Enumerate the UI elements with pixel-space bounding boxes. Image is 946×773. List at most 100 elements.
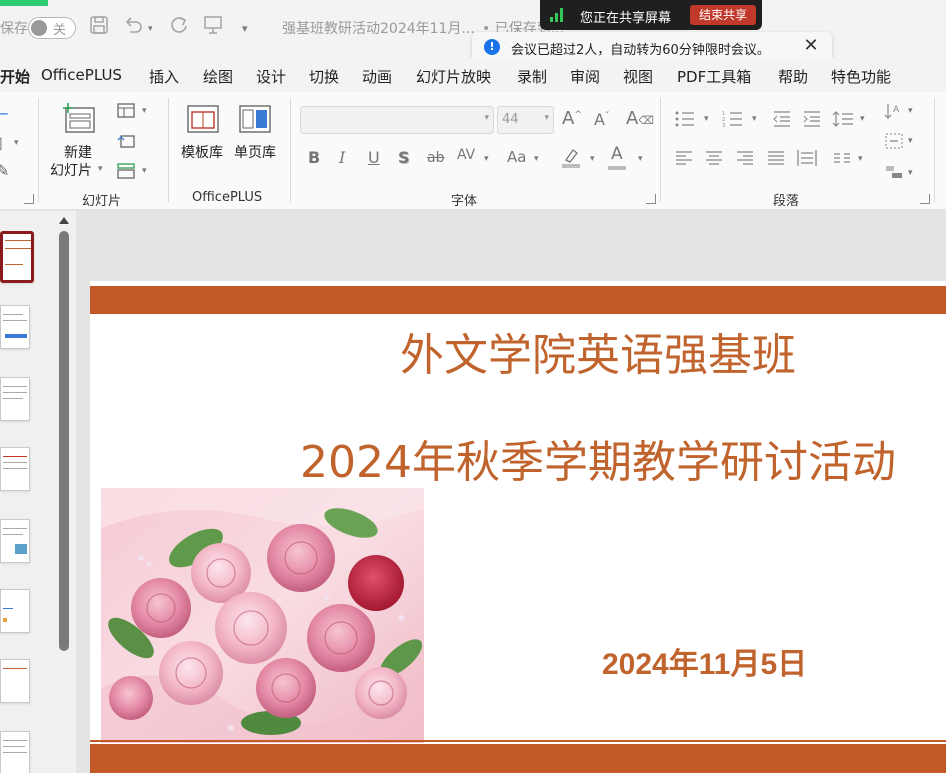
cut-icon[interactable]: ✎ bbox=[0, 162, 9, 180]
template-library-icon[interactable] bbox=[186, 104, 220, 136]
clear-formatting-icon[interactable]: A⌫ bbox=[626, 108, 654, 129]
numbering-dropdown-icon[interactable]: ▾ bbox=[752, 114, 757, 124]
tab-record[interactable]: 录制 bbox=[517, 66, 547, 87]
columns-icon[interactable] bbox=[832, 150, 852, 170]
columns-dropdown-icon[interactable]: ▾ bbox=[858, 154, 863, 164]
bullets-dropdown-icon[interactable]: ▾ bbox=[704, 114, 709, 124]
end-share-button[interactable]: 结束共享 bbox=[690, 5, 756, 25]
decrease-indent-icon[interactable] bbox=[772, 110, 792, 132]
clipboard-launcher-icon[interactable] bbox=[24, 194, 34, 204]
bold-button[interactable]: B bbox=[308, 148, 320, 167]
font-size-select[interactable]: 44 ▾ bbox=[497, 106, 554, 134]
single-page-library-label[interactable]: 单页库 bbox=[234, 142, 276, 162]
numbering-icon[interactable]: 123 bbox=[722, 110, 744, 132]
screen-share-bar: 您正在共享屏幕 结束共享 bbox=[540, 0, 762, 30]
smartart-dropdown-icon[interactable]: ▾ bbox=[908, 168, 913, 178]
tab-help[interactable]: 帮助 bbox=[778, 66, 808, 87]
autosave-toggle[interactable]: 关 bbox=[28, 17, 76, 39]
align-right-icon[interactable] bbox=[735, 150, 755, 170]
section-icon[interactable] bbox=[116, 162, 136, 184]
customize-icon[interactable]: ▾ bbox=[242, 22, 248, 35]
undo-icon[interactable] bbox=[120, 14, 146, 40]
font-launcher-icon[interactable] bbox=[646, 194, 656, 204]
scroll-up-icon[interactable] bbox=[59, 217, 69, 224]
align-text-dropdown-icon[interactable]: ▾ bbox=[908, 136, 913, 146]
shrink-font-icon[interactable]: Aˇ bbox=[594, 110, 609, 129]
underline-button[interactable]: U bbox=[368, 148, 380, 167]
shadow-button[interactable]: S bbox=[398, 148, 410, 167]
line-spacing-icon[interactable] bbox=[832, 110, 854, 132]
align-text-icon[interactable] bbox=[884, 132, 904, 154]
tab-officeplus[interactable]: OfficePLUS bbox=[41, 66, 122, 84]
tab-animations[interactable]: 动画 bbox=[362, 66, 392, 87]
current-slide[interactable]: 外文学院英语强基班 2024年秋季学期教学研讨活动 2024年11月5日 bbox=[90, 281, 946, 773]
text-direction-icon[interactable]: A bbox=[884, 102, 904, 126]
tab-draw[interactable]: 绘图 bbox=[203, 66, 233, 87]
ribbon: ⌐ ▯ ▾ ✎ 新建 幻灯片 ▾ ▾ ▾ 幻灯片 模板库 单页库 OfficeP… bbox=[0, 92, 946, 210]
highlight-icon[interactable] bbox=[560, 146, 582, 174]
bullets-icon[interactable] bbox=[674, 110, 696, 132]
close-icon[interactable]: ✕ bbox=[800, 35, 822, 57]
change-case-dropdown-icon[interactable]: ▾ bbox=[534, 154, 539, 164]
layout-icon[interactable] bbox=[116, 102, 136, 124]
slide-thumbnail-5[interactable] bbox=[0, 519, 30, 563]
new-slide-label-line2[interactable]: 幻灯片 bbox=[50, 160, 92, 180]
slide-thumbnail-2[interactable] bbox=[0, 305, 30, 349]
align-left-icon[interactable] bbox=[674, 150, 694, 170]
rose-bouquet-image[interactable] bbox=[101, 488, 424, 743]
slide-thumbnail-1[interactable] bbox=[0, 231, 34, 283]
font-name-select[interactable]: ▾ bbox=[300, 106, 494, 134]
new-slide-icon[interactable] bbox=[60, 102, 96, 138]
character-spacing-button[interactable]: AV bbox=[457, 147, 475, 163]
text-direction-dropdown-icon[interactable]: ▾ bbox=[908, 106, 913, 116]
new-slide-dropdown-icon[interactable]: ▾ bbox=[98, 164, 103, 174]
undo-dropdown-icon[interactable]: ▾ bbox=[148, 24, 153, 34]
copy-dropdown-icon[interactable]: ▾ bbox=[14, 138, 19, 148]
present-icon[interactable] bbox=[200, 14, 226, 40]
font-color-dropdown-icon[interactable]: ▾ bbox=[638, 154, 643, 164]
slide-title-line2[interactable]: 2024年秋季学期教学研讨活动 bbox=[300, 426, 896, 490]
tab-insert[interactable]: 插入 bbox=[149, 66, 179, 87]
scrollbar-thumb[interactable] bbox=[59, 231, 69, 651]
slide-thumbnail-6[interactable] bbox=[0, 589, 30, 633]
paragraph-launcher-icon[interactable] bbox=[920, 194, 930, 204]
tab-transitions[interactable]: 切换 bbox=[309, 66, 339, 87]
save-icon[interactable] bbox=[86, 14, 112, 40]
copy-icon[interactable]: ▯ bbox=[0, 134, 3, 152]
template-library-label[interactable]: 模板库 bbox=[181, 142, 223, 162]
format-painter-icon[interactable]: ⌐ bbox=[0, 106, 9, 124]
slide-thumbnail-3[interactable] bbox=[0, 377, 30, 421]
justify-icon[interactable] bbox=[766, 150, 786, 170]
slide-title-line1[interactable]: 外文学院英语强基班 bbox=[400, 319, 796, 383]
layout-dropdown-icon[interactable]: ▾ bbox=[142, 106, 147, 116]
strikethrough-button[interactable]: ab bbox=[427, 150, 444, 166]
change-case-button[interactable]: Aa bbox=[507, 148, 526, 166]
tab-pdf-toolbox[interactable]: PDF工具箱 bbox=[677, 66, 751, 87]
highlight-dropdown-icon[interactable]: ▾ bbox=[590, 154, 595, 164]
single-page-library-icon[interactable] bbox=[238, 104, 272, 136]
reset-slide-icon[interactable] bbox=[116, 132, 136, 154]
italic-button[interactable]: I bbox=[339, 148, 345, 167]
slide-thumbnail-8[interactable] bbox=[0, 731, 30, 773]
line-spacing-dropdown-icon[interactable]: ▾ bbox=[860, 114, 865, 124]
font-color-button[interactable]: A bbox=[611, 144, 623, 164]
tab-home[interactable]: 开始 bbox=[0, 66, 30, 87]
redo-icon[interactable] bbox=[166, 14, 192, 40]
tab-special-features[interactable]: 特色功能 bbox=[831, 66, 891, 87]
tab-review[interactable]: 审阅 bbox=[570, 66, 600, 87]
tab-design[interactable]: 设计 bbox=[256, 66, 286, 87]
slide-thumbnail-4[interactable] bbox=[0, 447, 30, 491]
smartart-icon[interactable] bbox=[884, 164, 904, 184]
distribute-icon[interactable] bbox=[796, 148, 818, 172]
new-slide-label[interactable]: 新建 bbox=[64, 142, 92, 162]
tab-slideshow[interactable]: 幻灯片放映 bbox=[416, 66, 491, 87]
spacing-dropdown-icon[interactable]: ▾ bbox=[484, 154, 489, 164]
thumbnail-scrollbar[interactable] bbox=[58, 215, 70, 771]
slide-thumbnail-7[interactable] bbox=[0, 659, 30, 703]
slide-date[interactable]: 2024年11月5日 bbox=[602, 639, 807, 683]
tab-view[interactable]: 视图 bbox=[623, 66, 653, 87]
grow-font-icon[interactable]: A^ bbox=[562, 108, 582, 129]
align-center-icon[interactable] bbox=[704, 150, 724, 170]
increase-indent-icon[interactable] bbox=[802, 110, 822, 132]
section-dropdown-icon[interactable]: ▾ bbox=[142, 166, 147, 176]
